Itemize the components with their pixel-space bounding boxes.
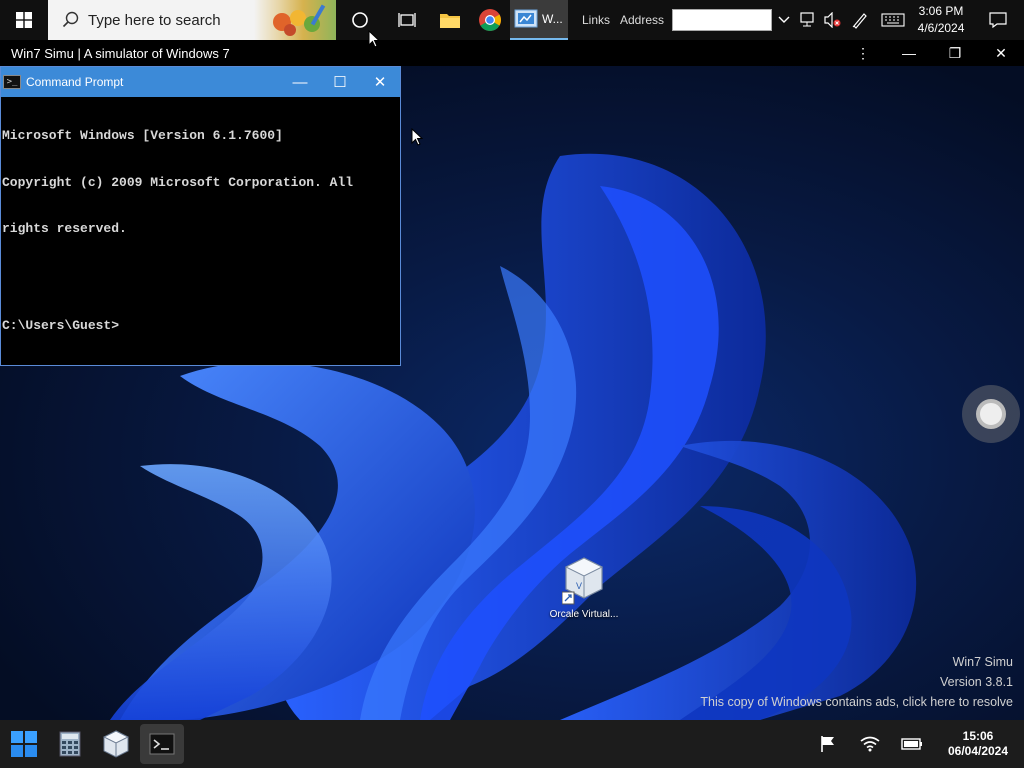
address-dropdown-button[interactable] [772, 0, 796, 40]
console-line: Copyright (c) 2009 Microsoft Corporation… [2, 174, 354, 190]
host-clock[interactable]: 3:06 PM 4/6/2024 [910, 3, 972, 37]
mouse-cursor-icon [411, 128, 423, 146]
cmd-console-output[interactable]: Microsoft Windows [Version 6.1.7600] Cop… [1, 97, 400, 364]
keyboard-icon [881, 13, 905, 27]
host-search-box[interactable]: Type here to search [48, 0, 336, 40]
cmd-title-bar[interactable]: >_ Command Prompt — ☐ ✕ [1, 67, 400, 97]
watermark-ads-notice: This copy of Windows contains ads, click… [700, 695, 1013, 709]
desktop-icon-oracle-virtualbox[interactable]: V Orcale Virtual... [540, 556, 628, 620]
chrome-icon [478, 9, 501, 31]
calculator-icon [59, 731, 81, 757]
network-tray-button[interactable] [796, 0, 820, 40]
pen-tray-button[interactable] [844, 0, 876, 40]
console-prompt[interactable]: C:\Users\Guest> [2, 318, 400, 334]
guest-start-button[interactable] [2, 724, 46, 764]
app-menu-button[interactable]: ⋮ [840, 40, 886, 66]
app-minimize-button[interactable]: — [886, 40, 932, 66]
keyboard-tray-button[interactable] [876, 0, 910, 40]
volume-tray-button[interactable] [820, 0, 844, 40]
start-icon [11, 731, 37, 757]
mouse-cursor-icon [368, 30, 380, 48]
cmd-close-button[interactable]: ✕ [360, 67, 400, 97]
file-explorer-button[interactable] [430, 0, 470, 40]
task-view-icon [398, 13, 416, 27]
app-title: Win7 Simu | A simulator of Windows 7 [11, 45, 230, 61]
cmd-minimize-button[interactable]: — [280, 67, 320, 97]
wifi-icon [860, 736, 880, 752]
watermark-product: Win7 Simu [952, 655, 1013, 669]
volume-muted-icon [824, 12, 841, 28]
host-system-tray: 3:06 PM 4/6/2024 [772, 0, 1024, 40]
address-toolbar-label: Address [620, 13, 665, 27]
console-line: rights reserved. [2, 221, 127, 236]
network-icon [800, 12, 814, 27]
watermark-version: Version 3.8.1 [940, 675, 1013, 689]
app-restore-button[interactable]: ❐ [932, 40, 978, 66]
search-icon [60, 9, 82, 31]
virtualbox-icon: V [561, 556, 606, 606]
guest-clock-date: 06/04/2024 [947, 744, 1009, 758]
wifi-tray-button[interactable] [850, 724, 890, 764]
virtualbox-icon [103, 730, 129, 758]
calculator-taskbar-button[interactable] [48, 724, 92, 764]
battery-tray-button[interactable] [892, 724, 932, 764]
battery-icon [901, 738, 922, 750]
host-app-label: W... [541, 12, 563, 26]
console-line: Microsoft Windows [Version 6.1.7600] [2, 128, 283, 143]
flag-tray-button[interactable] [808, 724, 848, 764]
action-center-button[interactable] [972, 0, 1024, 40]
host-clock-date: 4/6/2024 [917, 21, 965, 35]
desktop-icon-label: Orcale Virtual... [549, 609, 619, 620]
search-highlight-image [253, 0, 336, 40]
host-taskbar: Type here to search W... Links Address 3… [0, 0, 1024, 40]
notification-icon [989, 12, 1007, 28]
win7simu-app-icon [514, 9, 538, 28]
app-title-bar: Win7 Simu | A simulator of Windows 7 ⋮ —… [0, 40, 1024, 66]
assistive-touch-button[interactable] [962, 385, 1020, 443]
host-running-app-win7simu[interactable]: W... [509, 0, 568, 40]
svg-text:V: V [576, 581, 582, 591]
search-placeholder: Type here to search [88, 11, 221, 29]
cmd-title: Command Prompt [26, 75, 124, 89]
host-start-button[interactable] [0, 0, 48, 40]
pen-icon [852, 13, 867, 29]
task-view-button[interactable] [384, 0, 430, 40]
flag-icon [821, 736, 834, 752]
chrome-button[interactable] [470, 0, 510, 40]
command-prompt-window[interactable]: >_ Command Prompt — ☐ ✕ Microsoft Window… [0, 66, 401, 366]
app-close-button[interactable]: ✕ [978, 40, 1024, 66]
cmd-app-icon: >_ [3, 75, 21, 89]
guest-taskbar: 15:06 06/04/2024 [0, 720, 1024, 768]
cmd-maximize-button[interactable]: ☐ [320, 67, 360, 97]
guest-clock-time: 15:06 [962, 729, 994, 743]
guest-clock[interactable]: 15:06 06/04/2024 [932, 729, 1024, 759]
address-input[interactable] [672, 9, 773, 31]
folder-icon [439, 14, 460, 28]
terminal-icon [149, 733, 175, 755]
virtualbox-taskbar-button[interactable] [94, 724, 138, 764]
activation-watermark[interactable]: Win7 Simu Version 3.8.1 This copy of Win… [700, 652, 1013, 712]
host-clock-time: 3:06 PM [918, 4, 964, 18]
chevron-down-icon [778, 16, 790, 23]
links-toolbar-label[interactable]: Links [582, 13, 610, 27]
cortana-icon [352, 12, 368, 28]
windows-logo-icon [16, 12, 32, 28]
guest-system-tray: 15:06 06/04/2024 [806, 720, 1024, 768]
terminal-taskbar-button[interactable] [140, 724, 184, 764]
